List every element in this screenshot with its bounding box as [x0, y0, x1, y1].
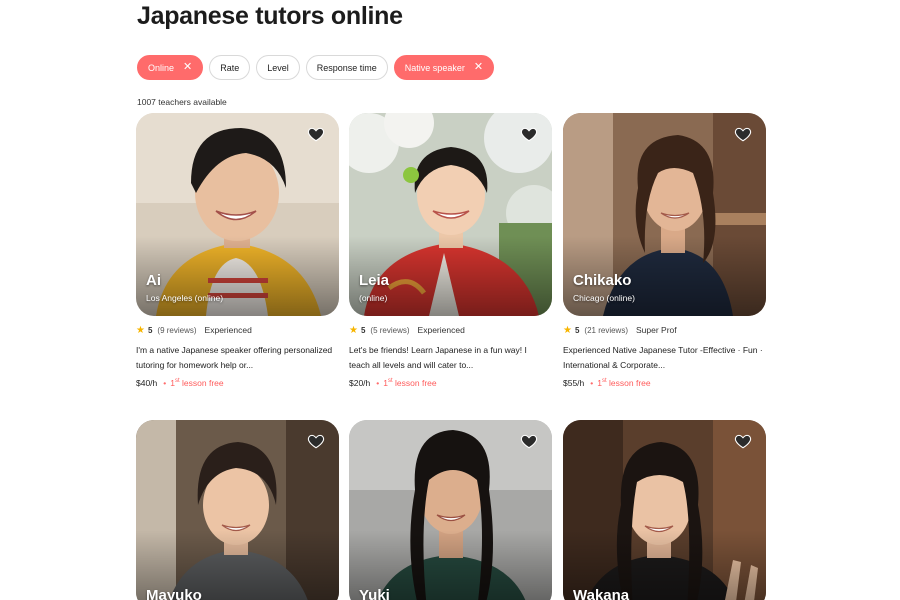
filter-bar: Online ✕ Rate Level Response time Native… — [137, 55, 495, 80]
filter-chip-label: Response time — [316, 62, 377, 73]
first-lesson-free: 1st lesson free — [170, 378, 224, 388]
heart-icon[interactable] — [520, 432, 538, 450]
filter-chip-label: Native speaker — [404, 62, 465, 73]
tutor-card[interactable]: Yuki — [349, 420, 552, 600]
teacher-count: 1007 teachers available — [137, 97, 227, 107]
star-icon: ★ — [136, 324, 145, 336]
filter-chip-label: Rate — [220, 62, 240, 73]
tutor-location: Los Angeles (online) — [146, 293, 224, 303]
filter-chip-native-speaker[interactable]: Native speaker ✕ — [393, 55, 495, 80]
close-icon[interactable]: ✕ — [183, 62, 192, 73]
tutor-description: Let's be friends! Learn Japanese in a fu… — [349, 345, 527, 370]
tutor-rating: 5 — [574, 325, 580, 335]
dot-icon: • — [590, 378, 594, 388]
heart-icon[interactable] — [520, 125, 538, 143]
tutor-name: Yuki — [359, 587, 390, 600]
first-lesson-free: 1st lesson free — [597, 378, 651, 388]
dot-icon: • — [163, 378, 167, 388]
tutor-price-row: $20/h • 1st lesson free — [349, 378, 552, 388]
tutor-price-row: $40/h • 1st lesson free — [136, 378, 339, 388]
tutor-rating: 5 — [147, 325, 153, 335]
tutor-reviews: (9 reviews) — [157, 325, 197, 335]
filter-chip-level[interactable]: Level — [256, 55, 300, 80]
tutor-card[interactable]: Wakana — [563, 420, 766, 600]
tutor-price: $40/h — [136, 378, 158, 388]
tutor-description: Experienced Native Japanese Tutor -Effec… — [563, 345, 763, 370]
heart-icon[interactable] — [734, 432, 752, 450]
tutor-meta: ★ 5 (21 reviews) Super Prof — [563, 324, 766, 336]
tutor-price: $55/h — [563, 378, 585, 388]
tutor-reviews: (21 reviews) — [584, 325, 628, 335]
tutor-meta: ★ 5 (9 reviews) Experienced — [136, 324, 339, 336]
photo-gradient — [136, 236, 339, 316]
tutor-reviews: (5 reviews) — [370, 325, 410, 335]
tutor-photo[interactable]: Chikako Chicago (online) — [563, 113, 766, 316]
filter-chip-rate[interactable]: Rate — [209, 55, 251, 80]
tutor-rating: 5 — [360, 325, 366, 335]
tutor-price: $20/h — [349, 378, 371, 388]
dot-icon: • — [376, 378, 380, 388]
filter-chip-response-time[interactable]: Response time — [305, 55, 388, 80]
tutor-meta: ★ 5 (5 reviews) Experienced — [349, 324, 552, 336]
tutor-card[interactable]: Mayuko — [136, 420, 339, 600]
tutor-badge: Experienced — [204, 325, 252, 335]
heart-icon[interactable] — [307, 125, 325, 143]
star-icon: ★ — [349, 324, 358, 336]
filter-chip-label: Online — [148, 62, 175, 73]
tutor-photo[interactable]: Leia (online) — [349, 113, 552, 316]
heart-icon[interactable] — [734, 125, 752, 143]
first-lesson-free: 1st lesson free — [383, 378, 437, 388]
tutor-badge: Super Prof — [636, 325, 677, 335]
tutor-description: I'm a native Japanese speaker offering p… — [136, 345, 333, 370]
tutor-card[interactable]: Ai Los Angeles (online) ★ 5 (9 reviews) … — [136, 113, 339, 388]
filter-chip-online[interactable]: Online ✕ — [137, 55, 204, 80]
tutor-name: Leia — [359, 272, 390, 289]
close-icon[interactable]: ✕ — [474, 62, 483, 73]
tutor-card[interactable]: Leia (online) ★ 5 (5 reviews) Experience… — [349, 113, 552, 388]
tutor-name: Ai — [146, 272, 161, 289]
tutor-photo[interactable]: Ai Los Angeles (online) — [136, 113, 339, 316]
tutor-name: Wakana — [573, 587, 630, 600]
filter-chip-label: Level — [267, 62, 289, 73]
tutor-photo[interactable]: Mayuko — [136, 420, 339, 600]
tutor-name: Mayuko — [146, 587, 202, 600]
heart-icon[interactable] — [307, 432, 325, 450]
page-title: Japanese tutors online — [137, 2, 403, 30]
tutor-location: (online) — [359, 293, 388, 303]
tutor-name: Chikako — [573, 272, 632, 289]
tutor-photo[interactable]: Wakana — [563, 420, 766, 600]
tutor-price-row: $55/h • 1st lesson free — [563, 378, 766, 388]
tutor-location: Chicago (online) — [573, 293, 635, 303]
tutor-badge: Experienced — [417, 325, 465, 335]
tutor-photo[interactable]: Yuki — [349, 420, 552, 600]
tutor-card[interactable]: Chikako Chicago (online) ★ 5 (21 reviews… — [563, 113, 766, 388]
star-icon: ★ — [563, 324, 572, 336]
